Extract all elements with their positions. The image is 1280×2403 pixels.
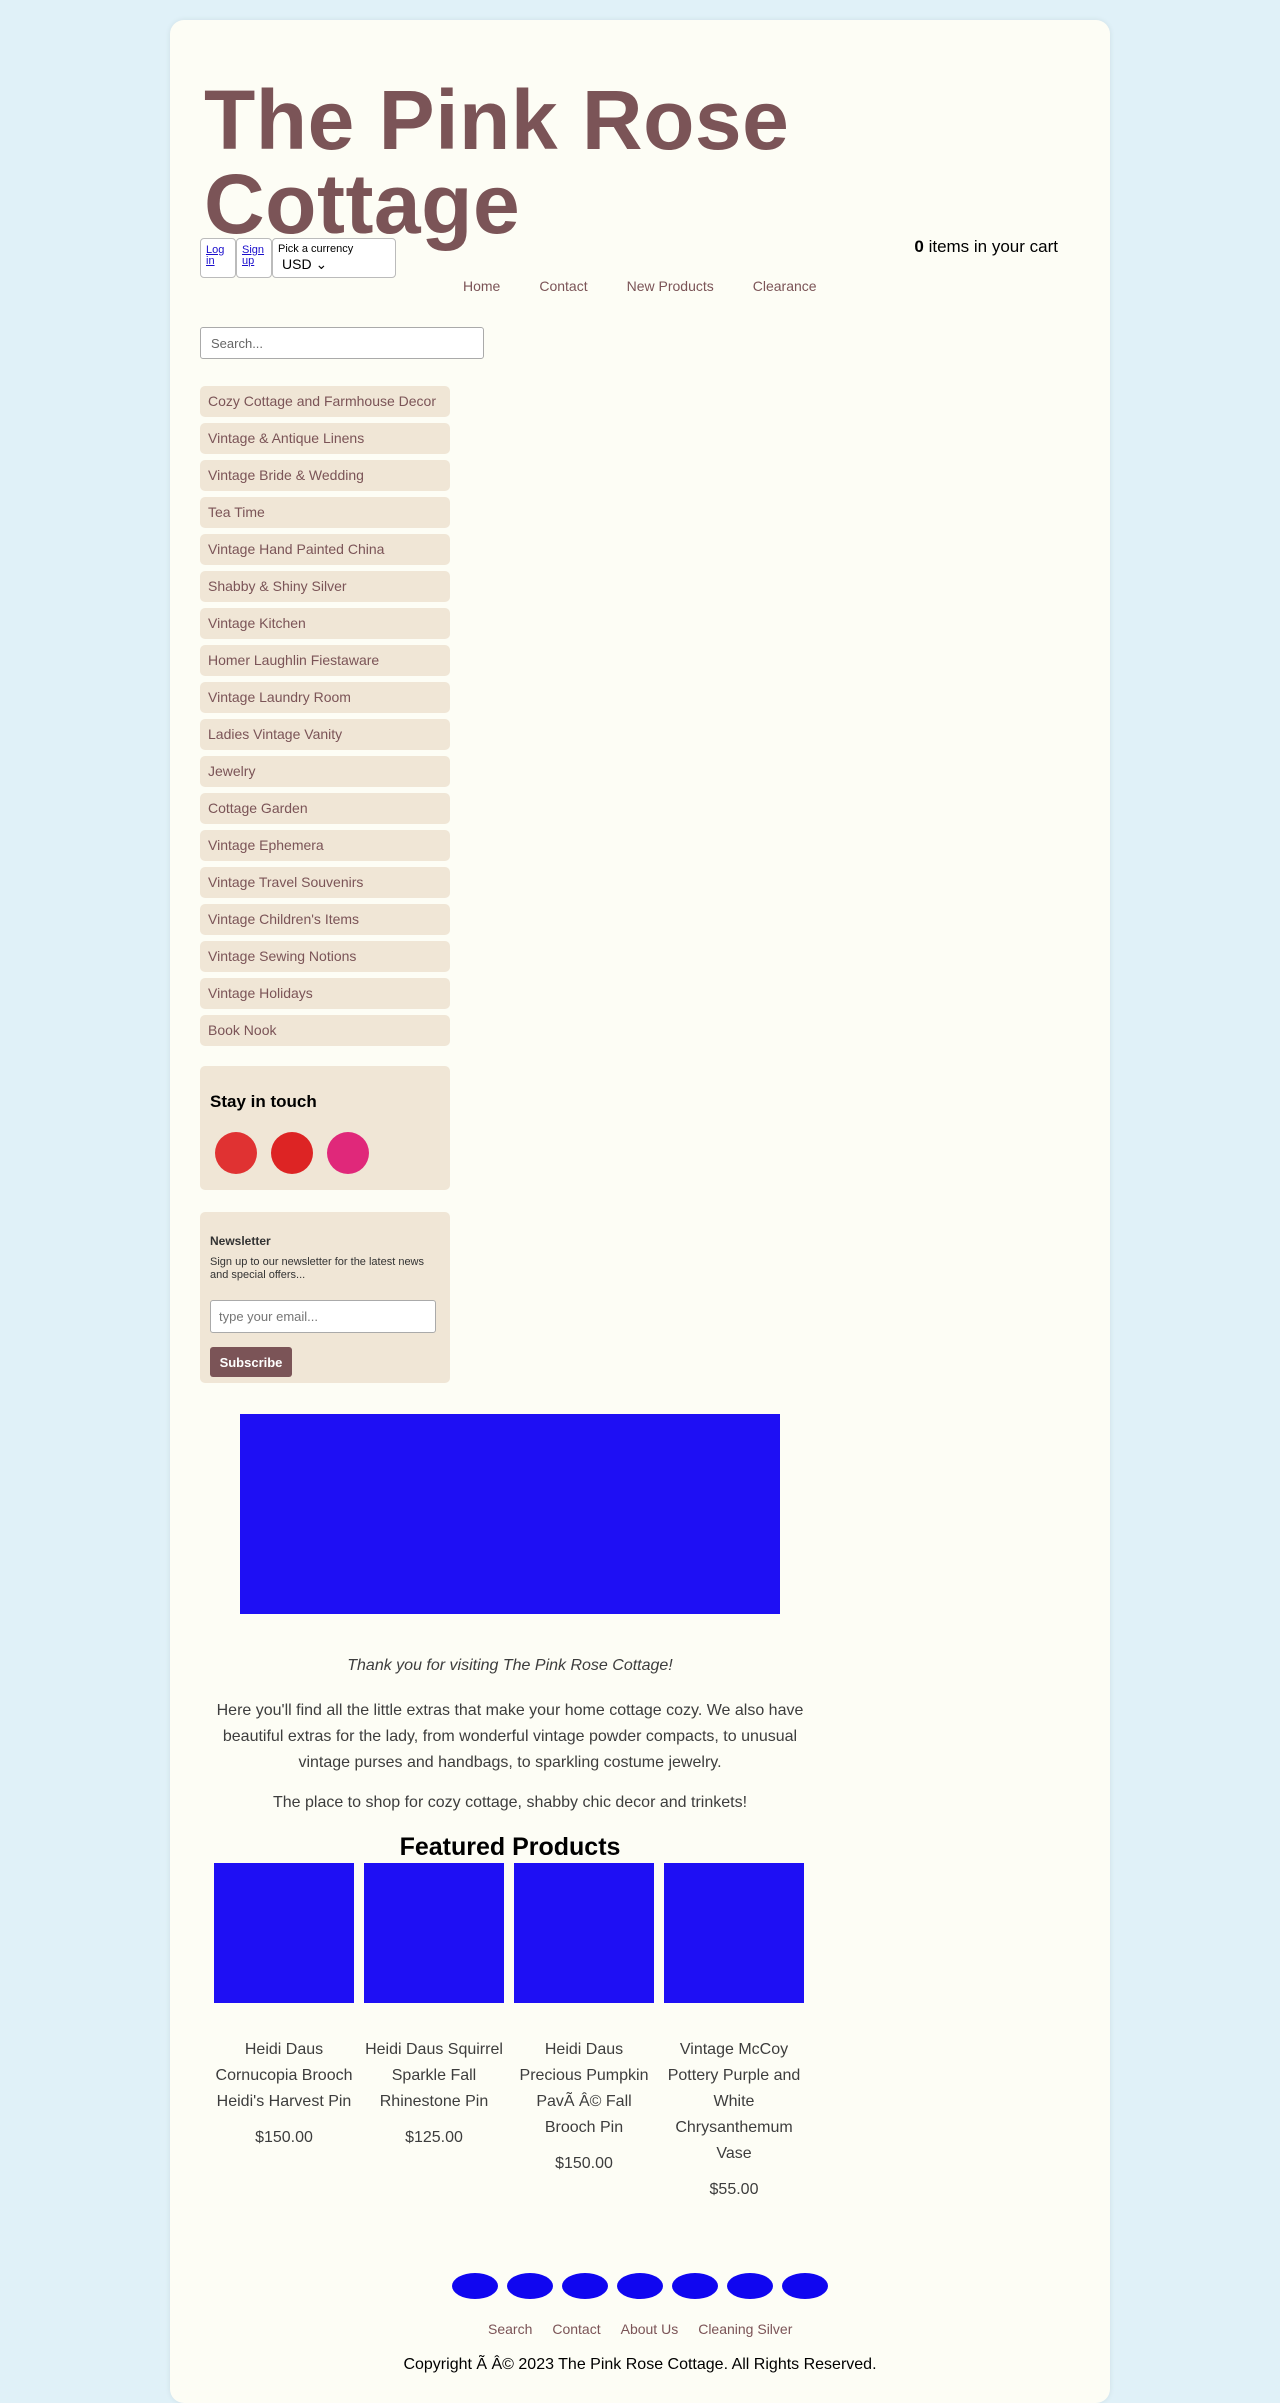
category-item[interactable]: Cottage Garden: [200, 793, 450, 824]
cart-summary[interactable]: 0 items in your cart: [914, 237, 1058, 257]
product-price: $125.00: [405, 2129, 463, 2146]
category-item[interactable]: Vintage Children's Items: [200, 904, 450, 935]
footer-link-search[interactable]: Search: [488, 2321, 532, 2337]
category-item[interactable]: Vintage & Antique Linens: [200, 423, 450, 454]
stay-in-touch-box: Stay in touch: [200, 1066, 450, 1190]
product-name[interactable]: Heidi Daus Cornucopia Brooch Heidi's Har…: [214, 2037, 354, 2115]
footer-nav: Search Contact About Us Cleaning Silver: [488, 2321, 792, 2337]
category-item[interactable]: Vintage Holidays: [200, 978, 450, 1009]
product-image[interactable]: [664, 1863, 804, 2003]
chevron-down-icon: ⌄: [315, 256, 328, 272]
category-item[interactable]: Vintage Sewing Notions: [200, 941, 450, 972]
welcome-message: Thank you for visiting The Pink Rose Cot…: [347, 1657, 673, 1674]
page-card: The Pink Rose Cottage Log in Sign up Pic…: [170, 20, 1110, 2403]
subscribe-button[interactable]: Subscribe: [210, 1347, 292, 1377]
payment-icon: [452, 2273, 498, 2299]
social-icon-3[interactable]: [327, 1132, 369, 1174]
category-item[interactable]: Jewelry: [200, 756, 450, 787]
category-item[interactable]: Vintage Laundry Room: [200, 682, 450, 713]
site-title[interactable]: The Pink Rose Cottage: [204, 78, 1110, 246]
login-link[interactable]: Log in: [200, 238, 236, 278]
product-card[interactable]: Heidi Daus Precious Pumpkin PavÃ Â© Fall…: [514, 1863, 654, 2199]
cart-count: 0: [914, 237, 924, 256]
product-name[interactable]: Heidi Daus Squirrel Sparkle Fall Rhinest…: [364, 2037, 504, 2115]
category-list: Cozy Cottage and Farmhouse Decor Vintage…: [200, 386, 450, 1052]
featured-products-title: Featured Products: [399, 1833, 621, 1861]
nav-new-products[interactable]: New Products: [627, 278, 714, 294]
payment-icon: [617, 2273, 663, 2299]
copyright: Copyright Ã Â© 2023 The Pink Rose Cottag…: [403, 2356, 877, 2373]
payment-icon: [672, 2273, 718, 2299]
product-card[interactable]: Heidi Daus Squirrel Sparkle Fall Rhinest…: [364, 1863, 504, 2199]
intro-text: Here you'll find all the little extras t…: [216, 1702, 804, 1771]
category-item[interactable]: Vintage Ephemera: [200, 830, 450, 861]
product-price: $55.00: [709, 2181, 759, 2198]
hero-image: [240, 1414, 780, 1614]
product-price: $150.00: [255, 2129, 313, 2146]
footer-link-contact[interactable]: Contact: [552, 2321, 600, 2337]
payment-icon: [507, 2273, 553, 2299]
currency-picker[interactable]: Pick a currency USD ⌄: [272, 238, 396, 278]
nav-clearance[interactable]: Clearance: [753, 278, 817, 294]
category-item[interactable]: Vintage Travel Souvenirs: [200, 867, 450, 898]
footer-link-about-us[interactable]: About Us: [621, 2321, 679, 2337]
category-item[interactable]: Homer Laughlin Fiestaware: [200, 645, 450, 676]
currency-value: USD: [282, 256, 312, 272]
social-links: [215, 1132, 369, 1174]
nav-home[interactable]: Home: [463, 278, 500, 294]
payment-icon: [782, 2273, 828, 2299]
product-name[interactable]: Vintage McCoy Pottery Purple and White C…: [664, 2037, 804, 2167]
cart-text: items in your cart: [928, 237, 1058, 256]
category-item[interactable]: Ladies Vintage Vanity: [200, 719, 450, 750]
product-image[interactable]: [514, 1863, 654, 2003]
social-icon-1[interactable]: [215, 1132, 257, 1174]
featured-products: Heidi Daus Cornucopia Brooch Heidi's Har…: [214, 1863, 804, 2199]
stay-in-touch-title: Stay in touch: [210, 1092, 317, 1111]
search-input[interactable]: [200, 327, 484, 359]
product-image[interactable]: [364, 1863, 504, 2003]
category-item[interactable]: Vintage Bride & Wedding: [200, 460, 450, 491]
category-item[interactable]: Vintage Hand Painted China: [200, 534, 450, 565]
currency-label: Pick a currency: [278, 243, 354, 255]
account-box: Log in Sign up Pick a currency USD ⌄: [200, 238, 396, 278]
newsletter-box: Newsletter Sign up to our newsletter for…: [200, 1212, 450, 1383]
category-item[interactable]: Cozy Cottage and Farmhouse Decor: [200, 386, 450, 417]
social-icon-2[interactable]: [271, 1132, 313, 1174]
category-item[interactable]: Vintage Kitchen: [200, 608, 450, 639]
category-item[interactable]: Shabby & Shiny Silver: [200, 571, 450, 602]
newsletter-title: Newsletter: [210, 1234, 271, 1248]
footer-link-cleaning-silver[interactable]: Cleaning Silver: [698, 2321, 792, 2337]
product-price: $150.00: [555, 2155, 613, 2172]
product-image[interactable]: [214, 1863, 354, 2003]
product-card[interactable]: Heidi Daus Cornucopia Brooch Heidi's Har…: [214, 1863, 354, 2199]
product-card[interactable]: Vintage McCoy Pottery Purple and White C…: [664, 1863, 804, 2199]
main-nav: Home Contact New Products Clearance: [463, 278, 856, 294]
signup-link[interactable]: Sign up: [236, 238, 272, 278]
newsletter-text: Sign up to our newsletter for the latest…: [210, 1256, 425, 1281]
category-item[interactable]: Tea Time: [200, 497, 450, 528]
footer-payment-icons: [452, 2273, 828, 2299]
currency-select[interactable]: USD ⌄: [278, 255, 390, 273]
payment-icon: [562, 2273, 608, 2299]
product-name[interactable]: Heidi Daus Precious Pumpkin PavÃ Â© Fall…: [514, 2037, 654, 2141]
category-item[interactable]: Book Nook: [200, 1015, 450, 1046]
newsletter-email-input[interactable]: [210, 1300, 436, 1333]
nav-contact[interactable]: Contact: [539, 278, 587, 294]
payment-icon: [727, 2273, 773, 2299]
tagline: The place to shop for cozy cottage, shab…: [272, 1794, 748, 1811]
